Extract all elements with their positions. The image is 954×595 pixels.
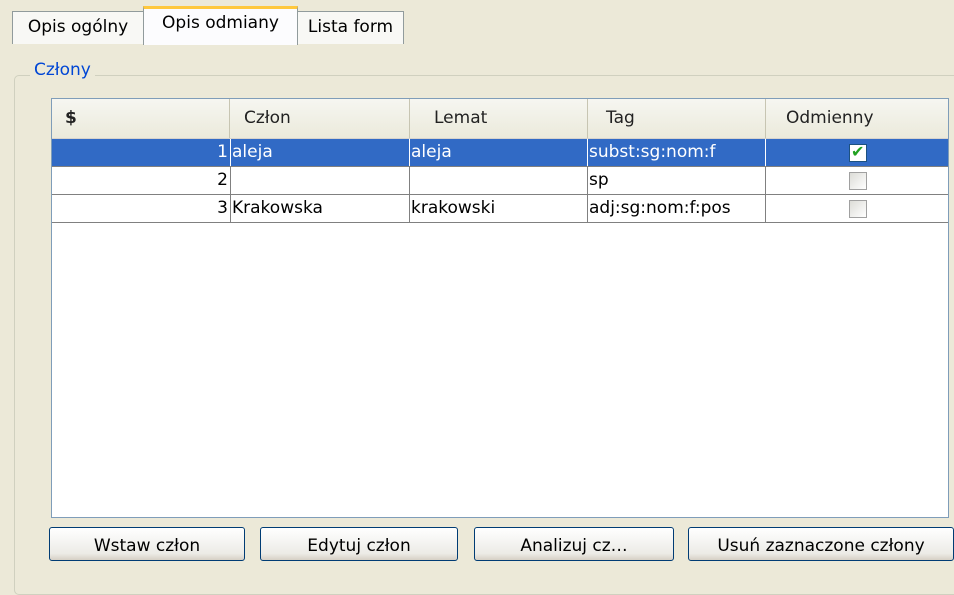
remove-selected-members-button[interactable]: Usuń zaznaczone człony [688, 527, 954, 561]
edit-member-button[interactable]: Edytuj człon [260, 527, 458, 561]
table-header: $ Człon Lemat Tag Odmienny [52, 99, 948, 139]
tab-opis-odmiany[interactable]: Opis odmiany [143, 6, 298, 45]
tab-opis-ogolny[interactable]: Opis ogólny [12, 11, 144, 44]
column-header-lemat[interactable]: Lemat [410, 99, 588, 138]
cell-odmienny [766, 195, 948, 222]
row-number: 1 [52, 139, 231, 166]
tab-label: Lista form [307, 17, 394, 37]
group-title: Człony [30, 60, 95, 80]
checkmark-icon: ✔ [851, 142, 865, 161]
cell-czlon: Krakowska [231, 195, 410, 222]
row-number: 2 [52, 167, 231, 194]
cell-lemat [410, 167, 588, 194]
tab-label: Opis odmiany [162, 13, 279, 33]
analyze-member-button[interactable]: Analizuj cz… [474, 527, 674, 561]
table-row[interactable]: 3 Krakowska krakowski adj:sg:nom:f:pos [52, 195, 948, 223]
cell-czlon [231, 167, 410, 194]
tab-panel: Człony $ Człon Lemat Tag Odmienny 1 alej… [0, 44, 954, 595]
czlony-table: $ Człon Lemat Tag Odmienny 1 aleja aleja… [51, 98, 949, 518]
column-header-czlon[interactable]: Człon [230, 99, 410, 138]
cell-tag: subst:sg:nom:f [588, 139, 766, 166]
cell-tag: sp [588, 167, 766, 194]
table-row[interactable]: 1 aleja aleja subst:sg:nom:f ✔ [52, 139, 948, 167]
tab-lista-form[interactable]: Lista form [297, 11, 404, 44]
column-header-tag[interactable]: Tag [588, 99, 766, 138]
tab-bar: Opis ogólny Opis odmiany Lista form [0, 0, 954, 45]
odmienny-checkbox[interactable] [849, 172, 867, 190]
cell-odmienny [766, 167, 948, 194]
table-row[interactable]: 2 sp [52, 167, 948, 195]
cell-lemat: krakowski [410, 195, 588, 222]
cell-tag: adj:sg:nom:f:pos [588, 195, 766, 222]
insert-member-button[interactable]: Wstaw człon [49, 527, 245, 561]
odmienny-checkbox[interactable]: ✔ [849, 142, 867, 162]
cell-lemat: aleja [410, 139, 588, 166]
column-header-odmienny[interactable]: Odmienny [766, 99, 948, 138]
row-number: 3 [52, 195, 231, 222]
odmienny-checkbox[interactable] [849, 200, 867, 218]
cell-odmienny: ✔ [766, 139, 948, 166]
tab-label: Opis ogólny [27, 17, 129, 37]
column-header-dollar[interactable]: $ [52, 99, 230, 138]
cell-czlon: aleja [231, 139, 410, 166]
